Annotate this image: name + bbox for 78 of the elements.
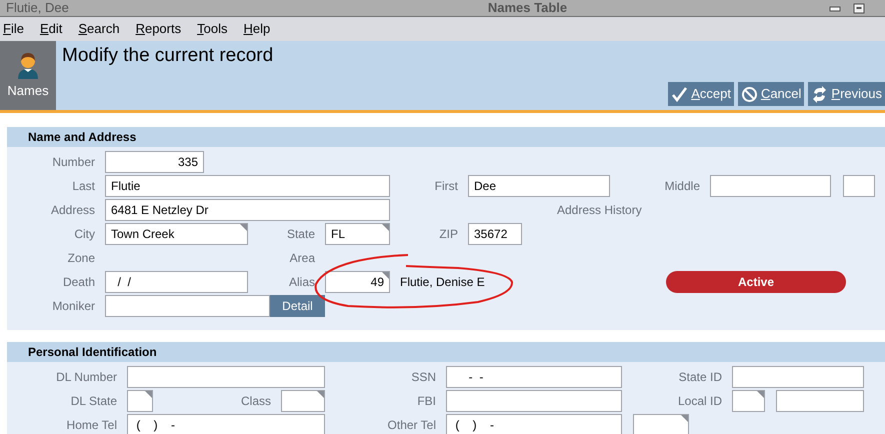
action-button[interactable]: Cancel — [738, 82, 804, 106]
field-label: DL Number — [55, 369, 118, 386]
input-field[interactable] — [127, 366, 325, 388]
input-field[interactable] — [446, 390, 622, 412]
field-label: First — [434, 178, 459, 195]
picker-corner-icon — [240, 224, 247, 231]
field-label: Alias — [288, 274, 316, 291]
alias-name: Flutie, Denise E — [400, 274, 486, 291]
input-field[interactable]: / / — [105, 271, 248, 293]
menu-item[interactable]: Tools — [197, 19, 228, 39]
field-label: Zone — [66, 250, 96, 267]
field-label: FBI — [416, 393, 437, 410]
field-label: State ID — [678, 369, 723, 386]
picker-corner-icon — [145, 391, 152, 398]
input-field[interactable]: 6481 E Netzley Dr — [105, 199, 390, 221]
page-heading: Modify the current record — [62, 44, 274, 68]
link-label[interactable]: Address History — [557, 201, 642, 219]
input-field[interactable] — [710, 175, 831, 197]
input-field[interactable] — [105, 295, 270, 317]
record-name: Flutie, Dee — [6, 0, 70, 18]
input-field[interactable]: Dee — [468, 175, 610, 197]
input-field[interactable]: Town Creek — [105, 223, 248, 245]
field-label: Death — [62, 274, 96, 291]
input-field[interactable]: Flutie — [105, 175, 390, 197]
menu-item[interactable]: Help — [243, 19, 270, 39]
picker-corner-icon — [382, 224, 389, 231]
menu-item[interactable]: Search — [78, 19, 120, 39]
input-field[interactable]: ( ) - — [127, 414, 325, 434]
input-field[interactable] — [633, 414, 689, 434]
check-icon — [671, 86, 688, 102]
menu-item[interactable]: File — [3, 19, 24, 39]
input-field[interactable]: 335 — [105, 151, 204, 173]
minimize-icon[interactable] — [829, 4, 841, 12]
maximize-icon[interactable] — [853, 2, 865, 14]
action-button[interactable]: Previous — [808, 82, 885, 106]
person-icon — [16, 51, 40, 79]
detail-button[interactable]: Detail — [270, 295, 325, 317]
field-label: Local ID — [676, 393, 723, 410]
input-field[interactable]: 35672 — [468, 223, 522, 245]
picker-corner-icon — [317, 391, 324, 398]
input-field[interactable] — [732, 390, 765, 412]
field-label: Moniker — [51, 298, 96, 315]
input-field[interactable]: 49 — [325, 271, 390, 293]
input-field[interactable]: ( ) - — [446, 414, 622, 434]
input-field[interactable] — [127, 390, 153, 412]
cancel-icon — [740, 86, 758, 102]
picker-corner-icon — [681, 415, 688, 422]
section-title: Personal Identification — [7, 342, 885, 362]
picker-corner-icon — [382, 272, 389, 279]
input-field[interactable] — [843, 175, 875, 197]
module-label: Names — [7, 82, 49, 100]
menu-item[interactable]: Reports — [136, 19, 182, 39]
input-field[interactable] — [732, 366, 864, 388]
picker-corner-icon — [757, 391, 764, 398]
section-title: Name and Address — [7, 127, 885, 147]
field-label: Middle — [664, 178, 701, 195]
field-label: DL State — [70, 393, 118, 410]
window-title: Names Table — [486, 0, 568, 18]
field-label: Class — [240, 393, 272, 410]
module-tile[interactable]: Names — [0, 41, 56, 110]
field-label: Area — [288, 250, 316, 267]
field-label: Number — [51, 154, 96, 171]
field-label: City — [73, 226, 96, 243]
menu-item[interactable]: Edit — [40, 19, 62, 39]
action-button[interactable]: Accept — [668, 82, 734, 106]
input-field[interactable] — [776, 390, 864, 412]
refresh-icon — [811, 86, 828, 102]
field-label: Other Tel — [386, 417, 437, 434]
field-label: Home Tel — [66, 417, 118, 434]
input-field[interactable]: - - — [446, 366, 622, 388]
field-label: SSN — [410, 369, 437, 386]
input-field[interactable] — [281, 390, 325, 412]
field-label: Address — [50, 202, 96, 219]
input-field[interactable]: FL — [325, 223, 390, 245]
field-label: ZIP — [438, 226, 459, 243]
field-label: Last — [71, 178, 96, 195]
status-pill: Active — [666, 271, 846, 293]
field-label: State — [286, 226, 316, 243]
